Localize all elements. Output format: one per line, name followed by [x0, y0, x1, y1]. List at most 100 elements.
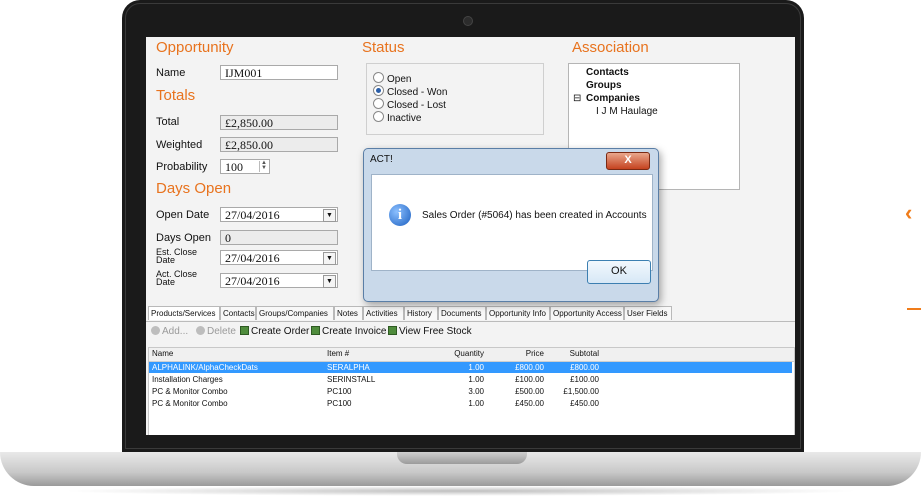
dialog-body: i Sales Order (#5064) has been created i…	[371, 174, 653, 271]
spinner-arrows-icon[interactable]: ▲ ▼	[259, 160, 268, 172]
table-row[interactable]: ALPHALINK/AlphaCheckDats SERALPHA 1.00 £…	[149, 362, 792, 373]
tree-item-company-child[interactable]: I J M Haulage	[596, 106, 658, 117]
status-closed-lost-option[interactable]: Closed - Lost	[373, 98, 446, 111]
tab-activities[interactable]: Activities	[363, 306, 404, 320]
create-invoice-label: Create Invoice	[322, 326, 387, 337]
col-item-header[interactable]: Item #	[327, 349, 349, 358]
tree-item-companies[interactable]: Companies	[586, 93, 640, 104]
close-button[interactable]: X	[606, 152, 650, 170]
laptop-base-notch	[397, 452, 527, 464]
ok-button[interactable]: OK	[587, 260, 651, 284]
add-button[interactable]: Add...	[151, 326, 188, 337]
act-close-date-field[interactable]: 27/04/2016 ▼	[220, 273, 338, 288]
cell-subtotal: £100.00	[570, 375, 599, 384]
cell-name: ALPHALINK/AlphaCheckDats	[152, 363, 258, 372]
totals-title: Totals	[156, 87, 196, 104]
cell-subtotal: £800.00	[570, 363, 599, 372]
cell-subtotal: £450.00	[570, 399, 599, 408]
tab-groups-companies[interactable]: Groups/Companies	[256, 306, 334, 320]
tab-bar: Products/Services Contacts Groups/Compan…	[146, 306, 795, 322]
radio-icon[interactable]	[373, 72, 384, 83]
tree-collapse-icon[interactable]: ⊟	[573, 93, 581, 104]
weighted-field: £2,850.00	[220, 137, 338, 152]
view-free-stock-icon	[388, 326, 397, 335]
col-name-header[interactable]: Name	[152, 349, 173, 358]
tab-user-fields[interactable]: User Fields	[624, 306, 672, 320]
create-invoice-button[interactable]: Create Invoice	[311, 326, 386, 337]
days-open-title: Days Open	[156, 180, 232, 197]
webcam	[463, 16, 473, 26]
col-price-header[interactable]: Price	[489, 349, 544, 358]
col-subtotal-header[interactable]: Subtotal	[549, 349, 599, 358]
delete-label: Delete	[207, 326, 236, 337]
tab-opportunity-info[interactable]: Opportunity Info	[486, 306, 550, 320]
screen: Opportunity Name IJM001 Totals Total £2,…	[146, 37, 795, 435]
chevron-left-icon: ‹	[905, 200, 913, 225]
tree-item-contacts[interactable]: Contacts	[586, 67, 629, 78]
col-quantity-header[interactable]: Quantity	[409, 349, 484, 358]
delete-button[interactable]: Delete	[196, 326, 236, 337]
status-closed-won-label: Closed - Won	[387, 87, 448, 98]
create-order-label: Create Order	[251, 326, 310, 337]
open-date-value: 27/04/2016	[225, 208, 280, 222]
status-open-option[interactable]: Open	[373, 72, 411, 85]
days-open-label: Days Open	[156, 232, 212, 244]
dialog-message: Sales Order (#5064) has been created in …	[422, 210, 647, 221]
probability-value: 100	[225, 160, 243, 174]
name-label: Name	[156, 67, 186, 79]
tab-products-services[interactable]: Products/Services	[148, 306, 220, 320]
days-open-field: 0	[220, 230, 338, 245]
probability-label: Probability	[156, 161, 208, 173]
act-close-date-value: 27/04/2016	[225, 274, 280, 288]
cell-item: SERALPHA	[327, 363, 370, 372]
est-close-date-field[interactable]: 27/04/2016 ▼	[220, 250, 338, 265]
radio-icon[interactable]	[373, 111, 384, 122]
tab-history[interactable]: History	[404, 306, 438, 320]
status-closed-won-option[interactable]: Closed - Won	[373, 85, 447, 98]
tab-opportunity-access[interactable]: Opportunity Access	[550, 306, 624, 320]
name-field[interactable]: IJM001	[220, 65, 338, 80]
chevron-down-icon[interactable]: ▼	[323, 209, 336, 222]
cell-quantity: 1.00	[468, 375, 484, 384]
act-close-label: Act. Close Date	[156, 269, 198, 287]
cell-price: £800.00	[515, 363, 544, 372]
cell-item: PC100	[327, 387, 352, 396]
cell-subtotal: £1,500.00	[563, 387, 599, 396]
tree-item-groups[interactable]: Groups	[586, 80, 622, 91]
cell-item: SERINSTALL	[327, 375, 376, 384]
info-icon: i	[389, 204, 411, 226]
open-date-field[interactable]: 27/04/2016 ▼	[220, 207, 338, 222]
cell-item: PC100	[327, 399, 352, 408]
status-inactive-label: Inactive	[387, 113, 422, 124]
association-title: Association	[572, 39, 649, 56]
total-field: £2,850.00	[220, 115, 338, 130]
tab-notes[interactable]: Notes	[334, 306, 363, 320]
status-group: Open Closed - Won Closed - Lost Inactive	[366, 63, 544, 135]
chevron-down-icon[interactable]: ▼	[323, 275, 336, 288]
cell-price: £450.00	[515, 399, 544, 408]
cell-quantity: 1.00	[468, 363, 484, 372]
view-free-stock-label: View Free Stock	[399, 326, 472, 337]
table-row[interactable]: Installation Charges SERINSTALL 1.00 £10…	[149, 374, 619, 385]
create-order-button[interactable]: Create Order	[240, 326, 309, 337]
add-icon	[151, 326, 160, 335]
status-inactive-option[interactable]: Inactive	[373, 111, 421, 124]
cell-name: PC & Monitor Combo	[152, 387, 228, 396]
laptop-shadow	[60, 486, 861, 496]
tab-documents[interactable]: Documents	[438, 306, 486, 320]
cell-quantity: 1.00	[468, 399, 484, 408]
view-free-stock-button[interactable]: View Free Stock	[388, 326, 472, 337]
grid-header: Name Item # Quantity Price Subtotal	[149, 348, 794, 362]
decorative-dash	[907, 308, 921, 310]
open-date-label: Open Date	[156, 209, 210, 221]
delete-icon	[196, 326, 205, 335]
radio-icon[interactable]	[373, 98, 384, 109]
chevron-down-icon[interactable]: ▼	[323, 252, 336, 265]
probability-stepper[interactable]: 100 ▲ ▼	[220, 159, 270, 174]
table-row[interactable]: PC & Monitor Combo PC100 3.00 £500.00 £1…	[149, 386, 619, 397]
tab-contacts[interactable]: Contacts	[220, 306, 256, 320]
radio-selected-icon[interactable]	[373, 85, 384, 96]
status-closed-lost-label: Closed - Lost	[387, 100, 446, 111]
dialog-title: ACT!	[370, 154, 393, 165]
table-row[interactable]: PC & Monitor Combo PC100 1.00 £450.00 £4…	[149, 398, 619, 409]
